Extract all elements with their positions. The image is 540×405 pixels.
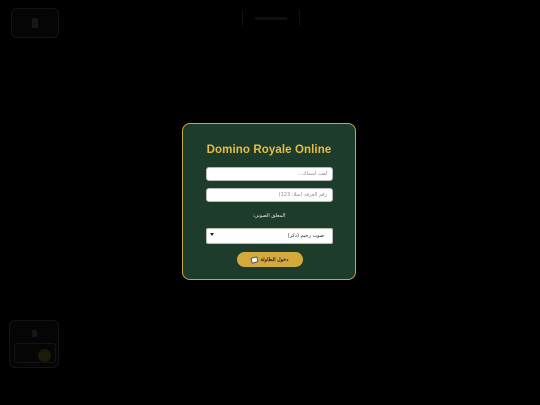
room-number-input[interactable] [206,188,333,202]
domino-icon [250,255,260,264]
player-icon [32,330,37,337]
background-menu-button [11,8,59,38]
enter-table-label: دخول الطاولة [260,256,289,263]
nickname-input[interactable] [206,167,333,181]
menu-icon [32,18,38,28]
enter-table-button[interactable]: دخول الطاولة [237,252,303,267]
background-player-box [9,320,59,368]
coin-icon [38,349,51,362]
voice-select-value: صوت رخيم (ذكر) [287,233,324,239]
voice-select[interactable]: صوت رخيم (ذكر) [206,228,333,244]
dialog-title: Domino Royale Online [206,144,332,156]
join-table-dialog: Domino Royale Online المعلق الصوتي: صوت … [182,123,356,280]
chevron-down-icon [210,233,214,236]
background-top-label [242,10,300,26]
voice-commentator-label: المعلق الصوتي: [252,213,286,219]
